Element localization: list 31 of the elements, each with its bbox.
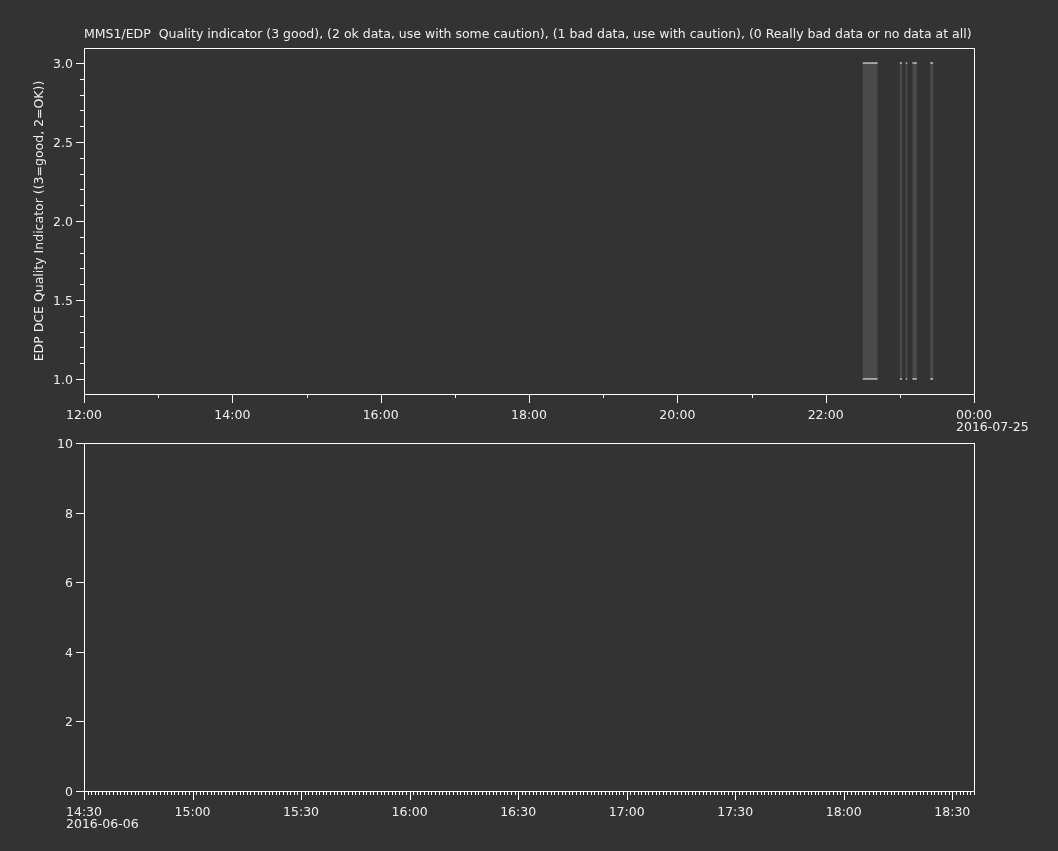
axis-tick-label: 10 [57, 436, 73, 451]
axis-tick-label: 12:00 [66, 407, 102, 422]
axis-tick-label: 18:00 [511, 407, 547, 422]
axis-tick-label: 1.0 [53, 372, 73, 387]
axis-tick-label: 00:00 [956, 407, 992, 422]
axis-tick-label: 15:30 [283, 804, 320, 819]
axis-tick-label: 17:00 [608, 804, 645, 819]
axis-tick-label: 20:00 [659, 407, 696, 422]
axis-tick-label: 2 [65, 714, 73, 730]
axis-tick-label: 16:00 [362, 407, 399, 422]
axis-tick-label: 4 [65, 644, 73, 660]
axis-tick-label: 1.5 [53, 293, 73, 308]
axis-tick-label: 22:00 [807, 407, 844, 422]
axis-tick-label: 16:00 [391, 804, 428, 819]
axis-tick-label: 15:00 [174, 804, 211, 819]
axis-tick-label: 14:00 [214, 407, 251, 422]
axis-tick-label: 3.0 [53, 56, 73, 71]
axis-tick-label: 2.0 [53, 214, 73, 229]
date-label: 2016-06-06 [66, 816, 139, 831]
chart-title: MMS1/EDP Quality indicator (3 good), (2 ok data, use with some caution), (1 bad data, use with caution), (0 Really bad data or no data at all) [84, 26, 972, 41]
date-label: 2016-07-25 [956, 419, 1029, 434]
axis-tick-label: 16:30 [500, 804, 537, 819]
axis-tick-label: 18:00 [825, 804, 862, 819]
axis-tick-label: 8 [65, 505, 73, 521]
axis-tick-label: 17:30 [717, 804, 754, 819]
axis-tick-label: 0 [65, 784, 73, 799]
axis-label: EDP DCE Quality Indicator ((3=good, 2=OK)) [31, 80, 46, 362]
axis-tick-label: 6 [65, 575, 73, 591]
axis-tick-label: 14:30 [66, 804, 102, 819]
axis-tick-label: 2.5 [53, 135, 73, 150]
axis-tick-label: 18:30 [934, 804, 971, 819]
